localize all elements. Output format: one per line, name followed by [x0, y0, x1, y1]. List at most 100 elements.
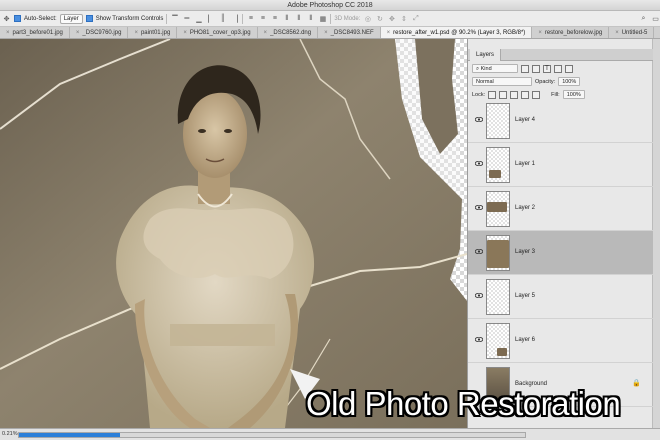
eye-icon[interactable]	[475, 205, 483, 210]
eye-right	[224, 129, 232, 133]
panel-tab-bar: Layers	[468, 49, 653, 61]
close-icon[interactable]: ×	[387, 30, 391, 36]
layer-row[interactable]: Layer 1	[468, 143, 653, 187]
eye-icon[interactable]	[475, 117, 483, 122]
pixel-filter-icon[interactable]	[521, 64, 529, 73]
layer-thumbnail	[486, 103, 510, 139]
auto-select-checkbox[interactable]	[14, 15, 21, 22]
align-top-icon[interactable]: ▔	[170, 14, 179, 23]
close-icon[interactable]: ×	[76, 30, 80, 36]
close-icon[interactable]: ×	[264, 30, 268, 36]
overlay-caption: Old Photo Restoration	[306, 385, 621, 422]
layer-thumbnail	[486, 323, 510, 359]
lock-icon: 🔒	[632, 380, 641, 387]
distribute-top-icon[interactable]: ≡	[246, 14, 255, 23]
tab-document-active[interactable]: × restore_after_w1.psd @ 90.2% (Layer 3, …	[380, 27, 533, 38]
distribute-right-icon[interactable]: ⦀	[306, 14, 315, 23]
close-icon[interactable]: ×	[183, 30, 187, 36]
align-center-icon[interactable]: ║	[218, 14, 227, 23]
opacity-field[interactable]: 100%	[558, 77, 581, 86]
fill-field[interactable]: 100%	[562, 90, 585, 99]
tab-document[interactable]: × _DSC8493.NEF	[318, 27, 381, 38]
3d-scale-icon[interactable]: ⤢	[411, 14, 420, 23]
shape-filter-icon[interactable]	[554, 64, 562, 73]
tab-document[interactable]: × _DSC9760.jpg	[70, 27, 129, 38]
layer-thumbnail	[486, 235, 510, 271]
show-transform-checkbox[interactable]	[85, 15, 93, 22]
close-icon[interactable]: ×	[6, 30, 10, 36]
align-left-icon[interactable]: ▏	[206, 14, 215, 23]
close-icon[interactable]: ×	[615, 30, 619, 36]
lock-position-icon[interactable]	[510, 90, 519, 99]
eye-icon[interactable]	[475, 249, 483, 254]
layer-row[interactable]: Layer 2	[468, 187, 653, 231]
type-filter-icon[interactable]: T	[543, 64, 551, 73]
layer-row[interactable]: Layer 5	[468, 275, 653, 319]
3d-mode-label: 3D Mode:	[334, 15, 361, 22]
close-icon[interactable]: ×	[538, 30, 542, 36]
distribute-bottom-icon[interactable]: ≡	[270, 14, 279, 23]
filter-kind-label: Kind	[480, 66, 492, 72]
3d-orbit-icon[interactable]: ◎	[363, 14, 372, 23]
blend-mode-dropdown[interactable]: Normal	[472, 77, 532, 86]
lock-label: Lock:	[472, 91, 486, 98]
layer-thumbnail	[486, 279, 510, 315]
3d-pan-icon[interactable]: ✥	[387, 14, 396, 23]
document-tabs: × part3_before01.jpg × _DSC9760.jpg × paint…	[0, 27, 660, 39]
dress-sash	[170, 324, 275, 346]
layers-list: Layer 4 Layer 1 Layer 2 Layer 3 Layer 5 …	[468, 99, 653, 428]
smart-object-filter-icon[interactable]	[565, 64, 573, 73]
zoom-level[interactable]: 0.21%	[2, 431, 18, 437]
distribute-left-icon[interactable]: ⦀	[282, 14, 291, 23]
auto-align-icon[interactable]: ▦	[318, 14, 327, 23]
lock-artboard-icon[interactable]	[521, 90, 530, 99]
window-title: Adobe Photoshop CC 2018	[0, 0, 660, 11]
eye-icon[interactable]	[475, 293, 483, 298]
layer-name: Layer 3	[515, 249, 536, 255]
panel-dock-strip	[652, 39, 660, 428]
layer-filter-dropdown[interactable]: ⌕ Kind	[472, 64, 518, 73]
layer-row-selected[interactable]: Layer 3	[468, 231, 653, 275]
layer-row[interactable]: Layer 6	[468, 319, 653, 363]
blend-row: Normal Opacity: 100%	[472, 76, 652, 87]
tab-label: _DSC8562.dng	[270, 30, 312, 36]
tab-document[interactable]: × PHO81_cover_op3.jpg	[177, 27, 258, 38]
auto-select-label: Auto-Select:	[24, 15, 57, 22]
layer-name: Layer 1	[515, 161, 536, 167]
lock-image-icon[interactable]	[499, 90, 508, 99]
align-right-icon[interactable]: ▕	[230, 14, 239, 23]
tab-document[interactable]: × Untitled-5	[609, 27, 655, 38]
document-canvas[interactable]	[0, 39, 467, 428]
tab-label: paint01.jpg	[140, 30, 171, 36]
layers-panel: Layers ⌕ Kind T Normal Opacity: 100% Loc…	[467, 39, 660, 428]
tab-document[interactable]: × restore_beforelow.jpg	[532, 27, 610, 38]
auto-select-dropdown[interactable]: Layer	[59, 13, 83, 24]
lock-all-icon[interactable]	[532, 90, 541, 99]
eye-icon[interactable]	[475, 337, 483, 342]
layer-name: Layer 5	[515, 293, 536, 299]
eye-icon[interactable]	[475, 161, 483, 166]
layer-row[interactable]: Layer 4	[468, 99, 653, 143]
workspace-icon[interactable]: ▭	[651, 14, 660, 23]
close-icon[interactable]: ×	[134, 30, 138, 36]
layer-thumbnail	[486, 147, 510, 183]
distribute-center-icon[interactable]: ⦀	[294, 14, 303, 23]
align-middle-icon[interactable]: ═	[182, 14, 191, 23]
move-tool-icon[interactable]: ✥	[2, 14, 11, 23]
adjustment-filter-icon[interactable]	[532, 64, 540, 73]
lock-transparent-icon[interactable]	[488, 90, 497, 99]
layer-filter-row: ⌕ Kind T	[472, 63, 652, 74]
tab-document[interactable]: × part3_before01.jpg	[0, 27, 70, 38]
tab-document[interactable]: × _DSC8562.dng	[258, 27, 319, 38]
align-bottom-icon[interactable]: ▁	[194, 14, 203, 23]
distribute-middle-icon[interactable]: ≡	[258, 14, 267, 23]
3d-slide-icon[interactable]: ⇕	[399, 14, 408, 23]
tab-layers[interactable]: Layers	[470, 49, 502, 61]
thumbnail-fragment	[487, 202, 507, 212]
close-icon[interactable]: ×	[324, 30, 328, 36]
tab-label: part3_before01.jpg	[12, 30, 63, 36]
3d-roll-icon[interactable]: ↻	[375, 14, 384, 23]
tab-document[interactable]: × paint01.jpg	[128, 27, 178, 38]
search-icon[interactable]: ⌕	[639, 14, 648, 23]
tab-label: restore_after_w1.psd @ 90.2% (Layer 3, R…	[393, 30, 526, 36]
